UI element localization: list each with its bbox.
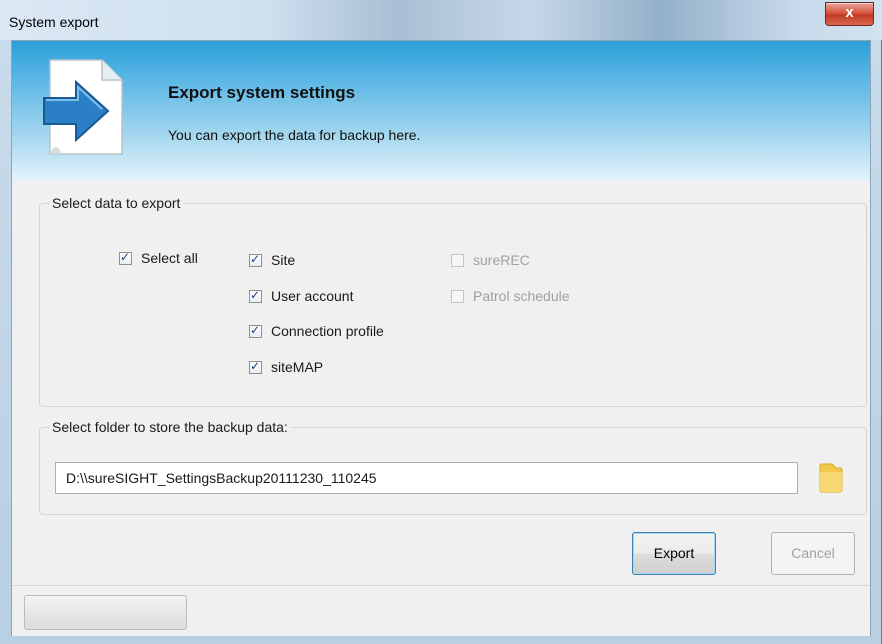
connection-profile-label: Connection profile xyxy=(271,323,384,339)
header-title: Export system settings xyxy=(168,83,356,102)
checkbox-box[interactable] xyxy=(249,288,262,303)
patrol-schedule-label: Patrol schedule xyxy=(473,288,570,304)
connection-profile-checkbox[interactable]: Connection profile xyxy=(249,323,384,339)
checkbox-box[interactable] xyxy=(249,252,262,267)
status-bar xyxy=(12,585,870,636)
select-data-group xyxy=(39,203,867,407)
title-bar[interactable]: System export x xyxy=(0,0,882,40)
cancel-button[interactable]: Cancel xyxy=(771,532,855,575)
checkbox-box[interactable] xyxy=(451,253,464,267)
site-checkbox[interactable]: Site xyxy=(249,252,295,268)
header-subtitle: You can export the data for backup here. xyxy=(168,127,421,143)
sitemap-label: siteMAP xyxy=(271,359,324,375)
folder-icon[interactable] xyxy=(818,462,844,494)
window-title: System export xyxy=(9,14,99,30)
export-button[interactable]: Export xyxy=(632,532,716,575)
checkbox-box[interactable] xyxy=(249,323,262,338)
sitemap-checkbox[interactable]: siteMAP xyxy=(249,359,323,375)
close-icon: x xyxy=(845,4,854,21)
surerec-label: sureREC xyxy=(473,252,530,268)
checkbox-box[interactable] xyxy=(119,250,132,265)
checkbox-box[interactable] xyxy=(249,359,262,374)
dialog-client-area: Export system settings You can export th… xyxy=(11,40,871,636)
backup-path-field[interactable]: D:\\sureSIGHT_SettingsBackup20111230_110… xyxy=(55,462,798,494)
system-export-window: System export x Export system settings Y… xyxy=(0,0,882,644)
site-label: Site xyxy=(271,252,296,268)
close-button[interactable]: x xyxy=(825,2,874,26)
export-arrow-document-icon xyxy=(43,59,123,155)
status-progress-bar xyxy=(24,595,187,630)
select-data-group-label: Select data to export xyxy=(49,195,184,211)
patrol-schedule-checkbox[interactable]: Patrol schedule xyxy=(451,288,570,304)
surerec-checkbox[interactable]: sureREC xyxy=(451,252,530,268)
checkbox-box[interactable] xyxy=(451,289,464,303)
user-account-label: User account xyxy=(271,288,354,304)
select-all-checkbox[interactable]: Select all xyxy=(119,250,198,266)
user-account-checkbox[interactable]: User account xyxy=(249,288,353,304)
header-banner: Export system settings You can export th… xyxy=(12,41,870,181)
backup-folder-group-label: Select folder to store the backup data: xyxy=(49,419,291,435)
select-all-label: Select all xyxy=(141,250,198,266)
